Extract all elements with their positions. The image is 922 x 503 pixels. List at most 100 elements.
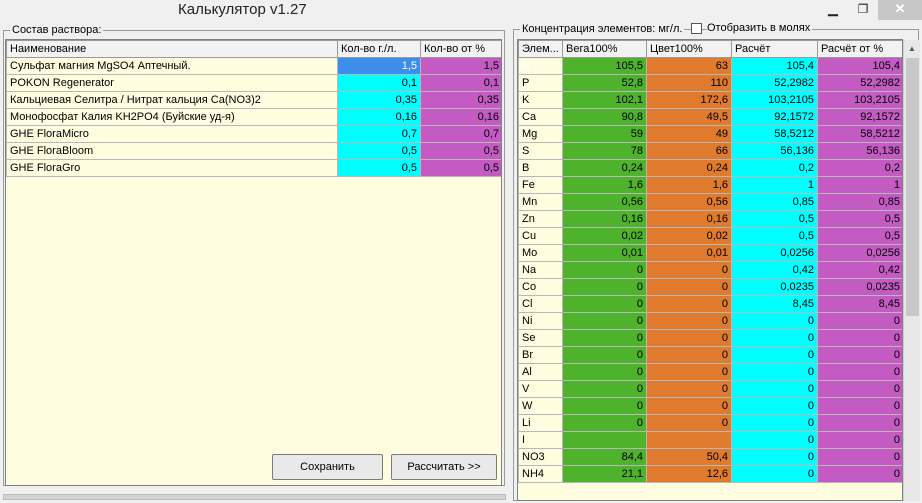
calc-percent-cell[interactable]: 0 bbox=[817, 312, 902, 330]
element-row[interactable]: Fe 1,6 1,6 1 1 bbox=[518, 176, 902, 194]
calculate-button[interactable]: Рассчитать >> bbox=[391, 454, 497, 480]
cvet-cell[interactable]: 66 bbox=[646, 142, 732, 160]
calc-percent-cell[interactable]: 0 bbox=[817, 414, 902, 432]
element-cell[interactable]: Mn bbox=[518, 193, 563, 211]
cvet-cell[interactable]: 0,24 bbox=[646, 159, 732, 177]
calc-cell[interactable]: 0,0235 bbox=[731, 278, 818, 296]
element-row[interactable]: Se 0 0 0 0 bbox=[518, 329, 902, 347]
vega-cell[interactable]: 0,56 bbox=[562, 193, 647, 211]
solution-row[interactable]: GHE FloraBloom 0,5 0,5 bbox=[6, 142, 501, 160]
element-cell[interactable]: P bbox=[518, 74, 563, 92]
vega-cell[interactable]: 0 bbox=[562, 363, 647, 381]
cvet-cell[interactable] bbox=[646, 431, 732, 449]
element-row[interactable]: Ca 90,8 49,5 92,1572 92,1572 bbox=[518, 108, 902, 126]
vega-cell[interactable]: 0 bbox=[562, 329, 647, 347]
component-name-cell[interactable]: Кальциевая Селитра / Нитрат кальция Ca(N… bbox=[6, 91, 338, 109]
scroll-up-icon[interactable]: ▲ bbox=[904, 40, 920, 57]
col-header-calc[interactable]: Расчёт bbox=[731, 40, 818, 58]
calc-cell[interactable]: 0 bbox=[731, 414, 818, 432]
concentration-scrollbar[interactable]: ▲ bbox=[903, 40, 920, 501]
calc-cell[interactable]: 0 bbox=[731, 397, 818, 415]
amount-cell[interactable]: 0,5 bbox=[337, 142, 421, 160]
cvet-cell[interactable]: 0 bbox=[646, 278, 732, 296]
calc-cell[interactable]: 0,85 bbox=[731, 193, 818, 211]
element-cell[interactable]: Se bbox=[518, 329, 563, 347]
element-cell[interactable]: B bbox=[518, 159, 563, 177]
col-header-amount[interactable]: Кол-во г./л. bbox=[337, 40, 421, 58]
vega-cell[interactable]: 0 bbox=[562, 397, 647, 415]
element-cell[interactable]: Cu bbox=[518, 227, 563, 245]
col-header-vega[interactable]: Вега100% bbox=[562, 40, 647, 58]
cvet-cell[interactable]: 0 bbox=[646, 329, 732, 347]
element-row[interactable]: Co 0 0 0,0235 0,0235 bbox=[518, 278, 902, 296]
vega-cell[interactable]: 0 bbox=[562, 295, 647, 313]
minimize-icon[interactable]: ▁ bbox=[818, 0, 848, 20]
calc-percent-cell[interactable]: 52,2982 bbox=[817, 74, 902, 92]
calc-cell[interactable]: 0 bbox=[731, 465, 818, 483]
calc-percent-cell[interactable]: 1 bbox=[817, 176, 902, 194]
calc-percent-cell[interactable]: 0,42 bbox=[817, 261, 902, 279]
vega-cell[interactable]: 21,1 bbox=[562, 465, 647, 483]
amount-cell[interactable]: 1,5 bbox=[337, 57, 421, 75]
element-cell[interactable]: Ni bbox=[518, 312, 563, 330]
cvet-cell[interactable]: 1,6 bbox=[646, 176, 732, 194]
calc-cell[interactable]: 92,1572 bbox=[731, 108, 818, 126]
cvet-cell[interactable]: 0 bbox=[646, 312, 732, 330]
calc-cell[interactable]: 105,4 bbox=[731, 57, 818, 75]
calc-cell[interactable]: 0,5 bbox=[731, 210, 818, 228]
element-row[interactable]: Mn 0,56 0,56 0,85 0,85 bbox=[518, 193, 902, 211]
calc-cell[interactable]: 0 bbox=[731, 380, 818, 398]
cvet-cell[interactable]: 0 bbox=[646, 261, 732, 279]
element-row[interactable]: Mo 0,01 0,01 0,0256 0,0256 bbox=[518, 244, 902, 262]
calc-percent-cell[interactable]: 92,1572 bbox=[817, 108, 902, 126]
element-cell[interactable]: Mo bbox=[518, 244, 563, 262]
calc-cell[interactable]: 0 bbox=[731, 329, 818, 347]
cvet-cell[interactable]: 0,02 bbox=[646, 227, 732, 245]
calc-percent-cell[interactable]: 0,0235 bbox=[817, 278, 902, 296]
calc-cell[interactable]: 103,2105 bbox=[731, 91, 818, 109]
calc-cell[interactable]: 8,45 bbox=[731, 295, 818, 313]
percent-cell[interactable]: 0,5 bbox=[420, 159, 501, 177]
col-header-name[interactable]: Наименование bbox=[6, 40, 338, 58]
cvet-cell[interactable]: 49,5 bbox=[646, 108, 732, 126]
element-cell[interactable]: Fe bbox=[518, 176, 563, 194]
element-row[interactable]: B 0,24 0,24 0,2 0,2 bbox=[518, 159, 902, 177]
cvet-cell[interactable]: 63 bbox=[646, 57, 732, 75]
element-cell[interactable]: NO3 bbox=[518, 448, 563, 466]
restore-icon[interactable]: ❐ bbox=[848, 0, 878, 20]
element-row[interactable]: Zn 0,16 0,16 0,5 0,5 bbox=[518, 210, 902, 228]
vega-cell[interactable]: 59 bbox=[562, 125, 647, 143]
col-header-calc-percent[interactable]: Расчёт от % bbox=[817, 40, 902, 58]
percent-cell[interactable]: 0,1 bbox=[420, 74, 501, 92]
component-name-cell[interactable]: Монофосфат Калия KH2PO4 (Буйские уд-я) bbox=[6, 108, 338, 126]
solution-row[interactable]: GHE FloraMicro 0,7 0,7 bbox=[6, 125, 501, 143]
calc-cell[interactable]: 0 bbox=[731, 431, 818, 449]
calc-percent-cell[interactable]: 0 bbox=[817, 397, 902, 415]
solution-row[interactable]: POKON Regenerator 0,1 0,1 bbox=[6, 74, 501, 92]
col-header-percent[interactable]: Кол-во от % bbox=[420, 40, 501, 58]
vega-cell[interactable] bbox=[562, 431, 647, 449]
calc-percent-cell[interactable]: 56,136 bbox=[817, 142, 902, 160]
cvet-cell[interactable]: 50,4 bbox=[646, 448, 732, 466]
element-row[interactable]: N 105,5 63 105,4 105,4 bbox=[518, 57, 902, 75]
calc-percent-cell[interactable]: 0 bbox=[817, 465, 902, 483]
vega-cell[interactable]: 0 bbox=[562, 380, 647, 398]
element-cell[interactable]: Zn bbox=[518, 210, 563, 228]
vega-cell[interactable]: 0 bbox=[562, 278, 647, 296]
save-button[interactable]: Сохранить bbox=[272, 454, 383, 480]
calc-percent-cell[interactable]: 103,2105 bbox=[817, 91, 902, 109]
cvet-cell[interactable]: 110 bbox=[646, 74, 732, 92]
calc-percent-cell[interactable]: 0 bbox=[817, 431, 902, 449]
vega-cell[interactable]: 102,1 bbox=[562, 91, 647, 109]
percent-cell[interactable]: 0,7 bbox=[420, 125, 501, 143]
vega-cell[interactable]: 0 bbox=[562, 346, 647, 364]
component-name-cell[interactable]: POKON Regenerator bbox=[6, 74, 338, 92]
calc-cell[interactable]: 0,0256 bbox=[731, 244, 818, 262]
element-cell[interactable]: Br bbox=[518, 346, 563, 364]
element-row[interactable]: Cu 0,02 0,02 0,5 0,5 bbox=[518, 227, 902, 245]
cvet-cell[interactable]: 49 bbox=[646, 125, 732, 143]
calc-cell[interactable]: 52,2982 bbox=[731, 74, 818, 92]
element-cell[interactable]: Mg bbox=[518, 125, 563, 143]
calc-percent-cell[interactable]: 0 bbox=[817, 448, 902, 466]
solution-row[interactable]: Кальциевая Селитра / Нитрат кальция Ca(N… bbox=[6, 91, 501, 109]
